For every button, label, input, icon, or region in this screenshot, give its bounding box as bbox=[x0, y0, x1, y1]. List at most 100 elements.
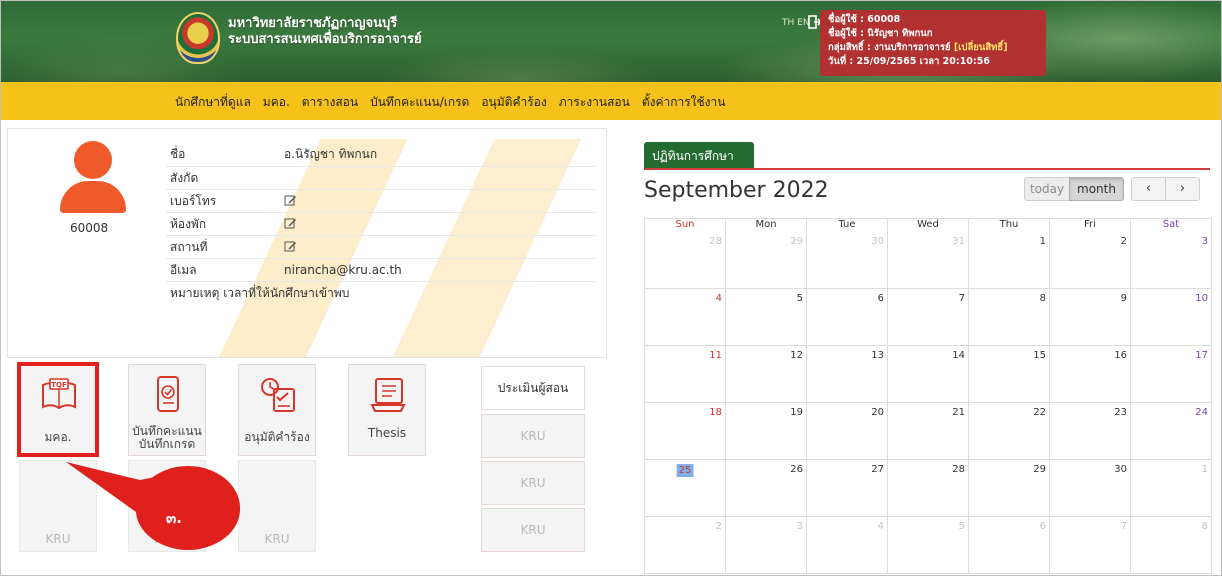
calendar-day-cell[interactable]: 1 bbox=[968, 232, 1050, 289]
calendar-day-cell[interactable]: 5 bbox=[725, 289, 807, 346]
calendar-day-cell[interactable]: 28 bbox=[887, 460, 969, 517]
calendar-tab[interactable]: ปฏิทินการศึกษา bbox=[644, 142, 754, 168]
tile-approve[interactable]: อนุมัติคำร้อง bbox=[238, 364, 316, 456]
calendar-day-cell[interactable]: 6 bbox=[806, 289, 888, 346]
calendar-day-number: 7 bbox=[1120, 521, 1127, 532]
calendar-day-cell[interactable]: 22 bbox=[968, 403, 1050, 460]
calendar-day-cell[interactable]: 25 bbox=[644, 460, 726, 517]
nav-settings[interactable]: ตั้งค่าการใช้งาน bbox=[642, 93, 726, 112]
language-toggle[interactable]: TH EN bbox=[782, 18, 810, 28]
nav-grades[interactable]: บันทึกคะแนน/เกรด bbox=[370, 93, 469, 112]
calendar-day-cell[interactable]: 29 bbox=[968, 460, 1050, 517]
calendar-week-row: 25 26 27 28 29 30 1 bbox=[644, 460, 1218, 517]
nav-workload[interactable]: ภาระงานสอน bbox=[559, 93, 630, 112]
next-month-button[interactable]: › bbox=[1165, 177, 1200, 201]
prev-month-button[interactable]: ‹ bbox=[1131, 177, 1166, 201]
change-role-link[interactable]: [เปลี่ยนสิทธิ์] bbox=[954, 42, 1008, 53]
calendar-day-cell[interactable]: 7 bbox=[1049, 517, 1131, 574]
calendar-day-cell[interactable]: 21 bbox=[887, 403, 969, 460]
username-line: ชื่อผู้ใช้ : 60008 bbox=[828, 14, 901, 25]
calendar-day-cell[interactable]: 3 bbox=[725, 517, 807, 574]
calendar-day-cell[interactable]: 28 bbox=[644, 232, 726, 289]
field-value: อ.นิรัญชา ทิพกนก bbox=[284, 147, 378, 161]
calendar-weekday-header: Sun Mon Tue Wed Thu Fri Sat bbox=[644, 218, 1218, 232]
calendar-day-cell[interactable]: 18 bbox=[644, 403, 726, 460]
tile-empty-label: KRU bbox=[154, 532, 180, 546]
calendar-day-number: 3 bbox=[796, 521, 803, 532]
tile-thesis[interactable]: Thesis bbox=[348, 364, 426, 456]
calendar-day-number: 6 bbox=[877, 293, 884, 304]
calendar-day-cell[interactable]: 19 bbox=[725, 403, 807, 460]
calendar-day-cell[interactable]: 30 bbox=[1049, 460, 1131, 517]
user-group-line: กลุ่มสิทธิ์ : งานบริการอาจารย์ [เปลี่ยนส… bbox=[828, 41, 1038, 55]
calendar-day-cell[interactable]: 3 bbox=[1130, 232, 1212, 289]
calendar-title: September 2022 bbox=[644, 178, 829, 203]
calendar-day-cell[interactable]: 1 bbox=[1130, 460, 1212, 517]
kru-button[interactable]: KRU bbox=[481, 414, 585, 458]
calendar-day-number: 6 bbox=[1039, 521, 1046, 532]
weekday-label: Fri bbox=[1049, 218, 1131, 232]
user-id: 60008 bbox=[70, 221, 109, 235]
calendar-day-cell[interactable]: 17 bbox=[1130, 346, 1212, 403]
calendar-day-cell[interactable]: 4 bbox=[644, 289, 726, 346]
user-info-box: ชื่อผู้ใช้ : 60008 ชื่อผู้ใช้ : นิรัญชา … bbox=[820, 10, 1046, 76]
calendar-day-number: 1 bbox=[1201, 464, 1208, 475]
today-button[interactable]: today bbox=[1024, 177, 1070, 201]
calendar-day-cell[interactable]: 10 bbox=[1130, 289, 1212, 346]
kru-button[interactable]: KRU bbox=[481, 508, 585, 552]
calendar-day-cell[interactable]: 16 bbox=[1049, 346, 1131, 403]
calendar-day-number: 12 bbox=[790, 350, 803, 361]
nav-tqf[interactable]: มคอ. bbox=[263, 93, 290, 112]
calendar-day-number: 4 bbox=[715, 293, 722, 304]
calendar-day-number: 4 bbox=[877, 521, 884, 532]
kru-button[interactable]: KRU bbox=[481, 461, 585, 505]
calendar-day-cell[interactable]: 23 bbox=[1049, 403, 1131, 460]
calendar-day-cell[interactable]: 14 bbox=[887, 346, 969, 403]
tile-empty-label: KRU bbox=[264, 532, 290, 546]
profile-row-name: ชื่อ อ.นิรัญชา ทิพกนก bbox=[166, 143, 596, 166]
calendar-day-number: 30 bbox=[1114, 464, 1127, 475]
calendar-day-cell[interactable]: 9 bbox=[1049, 289, 1131, 346]
edit-icon[interactable] bbox=[284, 240, 296, 252]
calendar-day-cell[interactable]: 30 bbox=[806, 232, 888, 289]
edit-icon[interactable] bbox=[284, 217, 296, 229]
nav-students[interactable]: นักศึกษาที่ดูแล bbox=[175, 93, 251, 112]
calendar-day-cell[interactable]: 15 bbox=[968, 346, 1050, 403]
calendar-day-cell[interactable]: 29 bbox=[725, 232, 807, 289]
calendar-day-cell[interactable]: 8 bbox=[968, 289, 1050, 346]
calendar-day-cell[interactable]: 24 bbox=[1130, 403, 1212, 460]
calendar-day-cell[interactable]: 31 bbox=[887, 232, 969, 289]
calendar-divider bbox=[644, 168, 1210, 170]
tile-empty: KRU bbox=[238, 460, 316, 552]
weekday-label: Wed bbox=[887, 218, 969, 232]
calendar-day-number: 28 bbox=[709, 236, 722, 247]
calendar-day-number: 8 bbox=[1201, 521, 1208, 532]
field-value: nirancha@kru.ac.th bbox=[284, 263, 402, 277]
profile-row-room: ห้องพัก bbox=[166, 212, 596, 235]
month-view-button[interactable]: month bbox=[1069, 177, 1124, 201]
calendar-day-cell[interactable]: 8 bbox=[1130, 517, 1212, 574]
calendar-day-cell[interactable]: 26 bbox=[725, 460, 807, 517]
field-label: สังกัด bbox=[170, 170, 199, 185]
calendar-day-cell[interactable]: 5 bbox=[887, 517, 969, 574]
calendar-day-cell[interactable]: 2 bbox=[644, 517, 726, 574]
calendar-day-number: 31 bbox=[952, 236, 965, 247]
profile-info-table: ชื่อ อ.นิรัญชา ทิพกนก สังกัด เบอร์โทร ห้… bbox=[166, 143, 596, 304]
calendar-day-cell[interactable]: 13 bbox=[806, 346, 888, 403]
calendar-day-cell[interactable]: 6 bbox=[968, 517, 1050, 574]
nav-approve[interactable]: อนุมัติคำร้อง bbox=[481, 93, 546, 112]
calendar-day-cell[interactable]: 12 bbox=[725, 346, 807, 403]
calendar-day-cell[interactable]: 4 bbox=[806, 517, 888, 574]
nav-schedule[interactable]: ตารางสอน bbox=[302, 93, 358, 112]
tile-grades[interactable]: บันทึกคะแนน บันทึกเกรด bbox=[128, 364, 206, 456]
calendar-day-cell[interactable]: 11 bbox=[644, 346, 726, 403]
calendar-day-cell[interactable]: 20 bbox=[806, 403, 888, 460]
weekday-label: Sun bbox=[644, 218, 726, 232]
calendar-day-cell[interactable]: 2 bbox=[1049, 232, 1131, 289]
evaluate-instructor-button[interactable]: ประเมินผู้สอน bbox=[481, 366, 585, 410]
calendar-day-cell[interactable]: 7 bbox=[887, 289, 969, 346]
calendar-day-cell[interactable]: 27 bbox=[806, 460, 888, 517]
university-logo bbox=[176, 12, 220, 64]
edit-icon[interactable] bbox=[284, 194, 296, 206]
weekday-label: Mon bbox=[725, 218, 807, 232]
